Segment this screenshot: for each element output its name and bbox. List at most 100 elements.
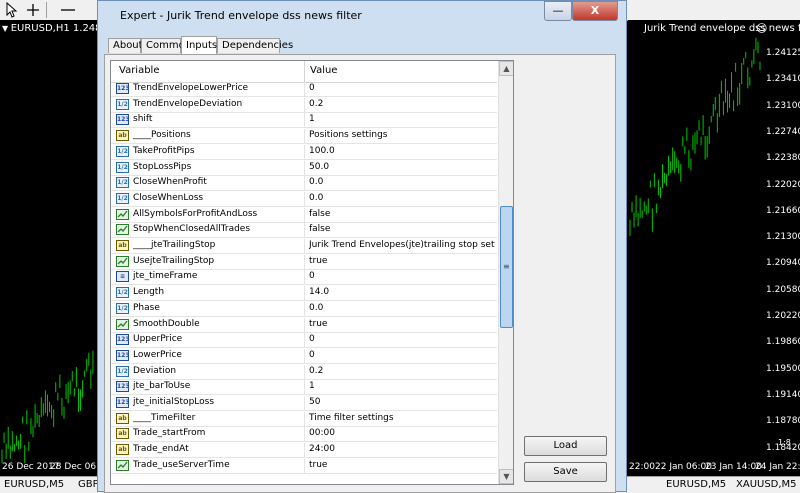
column-header-value[interactable]: Value	[310, 65, 337, 76]
price-tick-label: 1.21660	[766, 205, 800, 216]
input-value[interactable]: 1	[309, 114, 495, 124]
scrollbar-thumb[interactable]: ≡	[500, 206, 513, 328]
column-header-variable[interactable]: Variable	[119, 65, 160, 76]
input-row[interactable]: ab ____TimeFilter Time filter settings	[111, 411, 497, 427]
input-value[interactable]: true	[309, 460, 495, 470]
double-param-icon: 1/2	[116, 192, 129, 204]
input-value[interactable]: Time filter settings	[309, 413, 495, 423]
minimize-button[interactable]: —	[544, 1, 572, 21]
time-label-right-2: 22 Jan 06:00	[655, 462, 712, 472]
hline-icon[interactable]	[60, 2, 76, 18]
input-row[interactable]: 123 LowerPrice 0	[111, 348, 497, 364]
chart-tab-3[interactable]: EURUSD,M5	[666, 479, 726, 490]
input-row[interactable]: ≡ jte_timeFrame 0	[111, 270, 497, 286]
row-column-separator	[304, 129, 305, 145]
input-row[interactable]: ab ____Positions Positions settings	[111, 129, 497, 145]
input-row[interactable]: 123 UpperPrice 0	[111, 333, 497, 349]
scroll-down-arrow-icon[interactable]: ▼	[499, 469, 513, 484]
input-row[interactable]: SmoothDouble true	[111, 317, 497, 333]
input-row[interactable]: AllSymbolsForProfitAndLoss false	[111, 207, 497, 223]
input-row[interactable]: 1/2 Length 14.0	[111, 286, 497, 302]
input-value[interactable]: true	[309, 319, 495, 329]
inputs-grid[interactable]: Variable Value 123 TrendEnvelopeLowerPric…	[110, 60, 514, 485]
input-row[interactable]: 1/2 TrendEnvelopeDeviation 0.2	[111, 97, 497, 113]
tab-about[interactable]: About	[108, 38, 143, 53]
input-value[interactable]: 14.0	[309, 287, 495, 297]
enum-param-icon: ≡	[116, 271, 129, 283]
input-value[interactable]: 0.2	[309, 99, 495, 109]
input-row[interactable]: ab Trade_startFrom 00:00	[111, 427, 497, 443]
input-row[interactable]: UsejteTrailingStop true	[111, 254, 497, 270]
cursor-icon[interactable]	[4, 1, 20, 18]
input-row[interactable]: 123 jte_initialStopLoss 50	[111, 396, 497, 411]
column-separator[interactable]	[304, 61, 305, 82]
input-row[interactable]: 1/2 CloseWhenLoss 0.0	[111, 191, 497, 207]
input-value[interactable]: Jurik Trend Envelopes(jte)trailing stop …	[309, 240, 495, 250]
price-tick-label: 1.21300	[766, 232, 800, 243]
row-column-separator	[304, 348, 305, 364]
input-row[interactable]: 1/2 Phase 0.0	[111, 301, 497, 317]
input-value[interactable]: 0	[309, 271, 495, 281]
input-value[interactable]: 00:00	[309, 428, 495, 438]
chart-tab-1[interactable]: EURUSD,M5	[4, 479, 64, 490]
input-row[interactable]: ab ____jteTrailingStop Jurik Trend Envelop…	[111, 239, 497, 254]
row-column-separator	[304, 207, 305, 223]
input-row[interactable]: 1/2 StopLossPips 50.0	[111, 160, 497, 176]
input-value[interactable]: 100.0	[309, 146, 495, 156]
save-button[interactable]: Save	[524, 462, 607, 482]
input-value[interactable]: 50	[309, 397, 495, 407]
input-row[interactable]: 123 shift 1	[111, 113, 497, 129]
input-row[interactable]: 123 TrendEnvelopeLowerPrice 0	[111, 82, 497, 97]
row-column-separator	[304, 458, 305, 474]
row-column-separator	[304, 301, 305, 317]
input-value[interactable]: 24:00	[309, 444, 495, 454]
chart-left[interactable]: ▼ EURUSD,H1 1.24897 1...	[0, 20, 97, 463]
input-value[interactable]: true	[309, 256, 495, 266]
input-value[interactable]: 0	[309, 334, 495, 344]
integer-param-icon: 123	[116, 397, 130, 408]
scroll-up-arrow-icon[interactable]: ▲	[499, 61, 513, 76]
close-button[interactable]: X	[572, 1, 618, 21]
input-value[interactable]: 0.0	[309, 193, 495, 203]
chart-right[interactable]: Jurik Trend envelope dss news filter ☺ 1…	[628, 20, 800, 463]
input-value[interactable]: 1	[309, 381, 495, 391]
tab-inputs[interactable]: Inputs	[181, 36, 217, 54]
tab-dependencies[interactable]: Dependencies	[217, 38, 293, 53]
input-variable-name: TrendEnvelopeLowerPrice	[133, 83, 249, 93]
input-row[interactable]: Trade_useServerTime true	[111, 458, 497, 474]
input-value[interactable]: 0.0	[309, 177, 495, 187]
input-value[interactable]: 0	[309, 83, 495, 93]
time-label-right-1: 22:00	[629, 462, 655, 472]
chart-tab-2[interactable]: GBP	[78, 479, 99, 490]
input-value[interactable]: Positions settings	[309, 130, 495, 140]
load-button[interactable]: Load	[524, 436, 607, 456]
tab-common[interactable]: Common	[141, 38, 191, 53]
input-value[interactable]: 0.2	[309, 366, 495, 376]
double-param-icon: 1/2	[116, 145, 129, 157]
input-variable-name: Trade_startFrom	[133, 428, 206, 439]
input-variable-name: TrendEnvelopeDeviation	[133, 98, 243, 109]
input-value[interactable]: 0	[309, 350, 495, 360]
input-row[interactable]: 1/2 Deviation 0.2	[111, 364, 497, 380]
input-variable-name: StopLossPips	[133, 161, 192, 172]
input-value[interactable]: false	[309, 209, 495, 219]
crosshair-icon[interactable]	[25, 2, 41, 18]
price-tick-label: 1.18780	[766, 416, 800, 427]
input-value[interactable]: 50.0	[309, 162, 495, 172]
scale-marker: 1:8	[778, 438, 791, 447]
input-row[interactable]: ab Trade_endAt 24:00	[111, 443, 497, 459]
input-variable-name: jte_initialStopLoss	[133, 397, 215, 407]
row-column-separator	[304, 333, 305, 349]
input-row[interactable]: StopWhenClosedAllTrades false	[111, 223, 497, 239]
input-variable-name: jte_timeFrame	[133, 271, 198, 282]
input-row[interactable]: 123 jte_barToUse 1	[111, 380, 497, 396]
input-value[interactable]: 0.0	[309, 303, 495, 313]
toolbar-separator	[46, 2, 47, 18]
input-value[interactable]: false	[309, 224, 495, 234]
double-param-icon: 1/2	[116, 98, 129, 110]
input-row[interactable]: 1/2 CloseWhenProfit 0.0	[111, 176, 497, 192]
input-variable-name: jte_barToUse	[133, 381, 191, 392]
input-row[interactable]: 1/2 TakeProfitPips 100.0	[111, 144, 497, 160]
grid-scrollbar[interactable]: ▲ ≡ ▼	[498, 61, 513, 484]
chart-tab-4[interactable]: XAUUSD,M5	[736, 479, 797, 490]
